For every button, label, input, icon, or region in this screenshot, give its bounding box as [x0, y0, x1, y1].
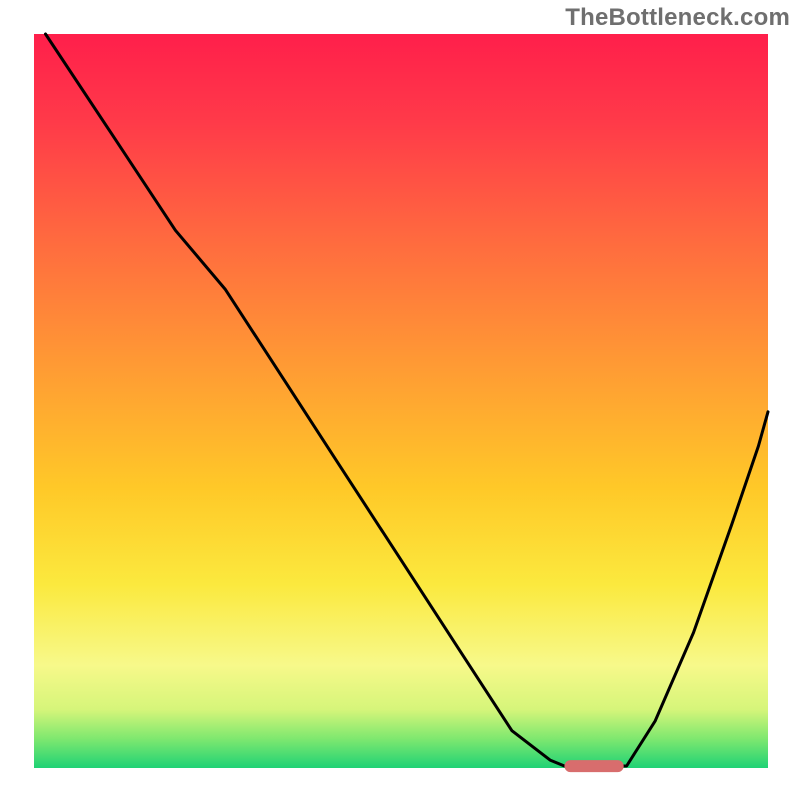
chart-stage: TheBottleneck.com	[0, 0, 800, 800]
minimum-marker	[564, 760, 623, 772]
chart-svg	[0, 0, 800, 800]
watermark-label: TheBottleneck.com	[565, 4, 790, 32]
plot-background	[34, 34, 768, 768]
